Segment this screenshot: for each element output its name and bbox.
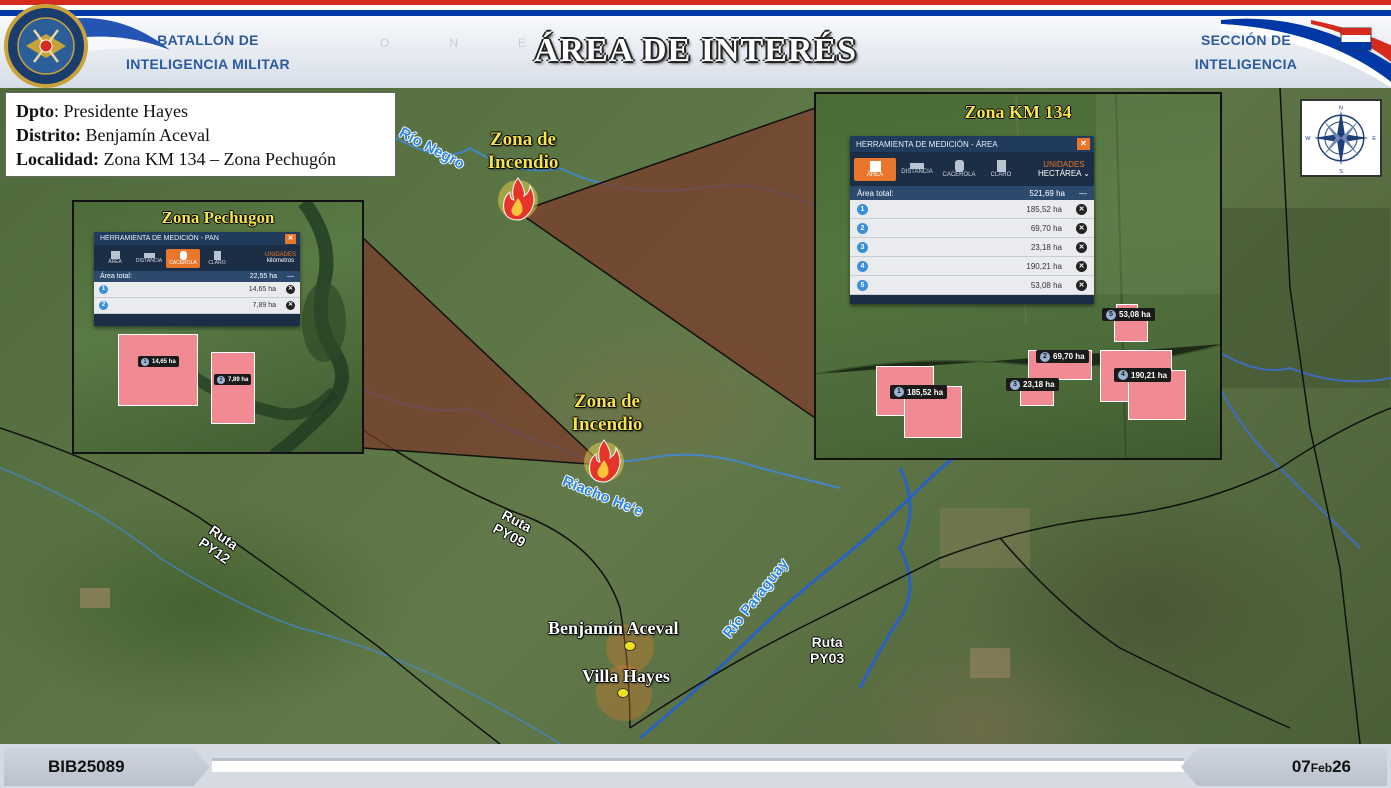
units-select[interactable]: UNIDADES kilómetros bbox=[265, 252, 296, 264]
measurement-row: 3 23,18 ha ✕ bbox=[850, 238, 1094, 257]
tool-distance-button[interactable]: DISTANCIA bbox=[896, 163, 938, 175]
burned-area-polygon[interactable] bbox=[211, 352, 255, 424]
burned-area-polygon[interactable] bbox=[118, 334, 198, 406]
inset-zona-pechugon: Zona Pechugon HERRAMIENTA DE MEDICIÓN - … bbox=[72, 200, 364, 454]
delete-icon[interactable]: ✕ bbox=[1076, 241, 1087, 253]
fire-icon[interactable] bbox=[582, 436, 626, 486]
document-date: 07Feb26 bbox=[1181, 748, 1387, 786]
fire-zone-label-1: Zona de Incendio bbox=[487, 129, 559, 173]
tool-header: HERRAMIENTA DE MEDICIÓN - ÁREA bbox=[856, 139, 998, 149]
close-button[interactable]: ✕ bbox=[1077, 138, 1090, 150]
polygon-label: 4 190,21 ha bbox=[1114, 368, 1172, 382]
tool-header: HERRAMIENTA DE MEDICIÓN - PAN bbox=[100, 235, 219, 242]
units-select[interactable]: UNIDADES HECTÁREA ⌄ bbox=[1038, 160, 1090, 178]
town-label-benjamin-aceval: Benjamín Aceval bbox=[548, 618, 679, 638]
burned-area-polygon[interactable] bbox=[1114, 320, 1148, 342]
measurement-row: 2 69,70 ha ✕ bbox=[850, 219, 1094, 238]
inset-zona-km134: Zona KM 134 HERRAMIENTA DE MEDICIÓN - ÁR… bbox=[814, 92, 1222, 460]
info-dpto: Dpto: Presidente Hayes bbox=[16, 101, 188, 121]
footer-bar: BIB25089 07Feb26 bbox=[0, 744, 1391, 788]
fire-zone-label-2: Zona de Incendio bbox=[571, 391, 643, 435]
polygon-label: 1 14,65 ha bbox=[138, 356, 179, 367]
info-localidad: Localidad: Zona KM 134 – Zona Pechugón bbox=[16, 149, 336, 169]
unit-name-right: SECCIÓN DE INTELIGENCIA bbox=[1194, 32, 1298, 72]
collapse-button[interactable]: — bbox=[1079, 189, 1087, 198]
inset-title: Zona Pechugon bbox=[161, 208, 275, 227]
polygon-label: 5 53,08 ha bbox=[1102, 308, 1155, 321]
measurement-tool-panel[interactable]: HERRAMIENTA DE MEDICIÓN - ÁREA ✕ ÁREA DI… bbox=[850, 136, 1094, 304]
satellite-map[interactable]: Dpto: Presidente Hayes Distrito: Benjamí… bbox=[0, 88, 1391, 744]
town-marker[interactable] bbox=[617, 688, 629, 698]
measurement-row: 1 14,65 ha ✕ bbox=[94, 282, 300, 298]
compass-n: N bbox=[1339, 106, 1343, 112]
compass-s: S bbox=[1339, 169, 1343, 175]
area-total-row: Área total: 521,69 ha — bbox=[850, 186, 1094, 200]
measurement-row: 4 190,21 ha ✕ bbox=[850, 257, 1094, 276]
document-code: BIB25089 bbox=[4, 748, 210, 786]
footer-divider bbox=[212, 758, 1184, 772]
tool-clear-button[interactable]: CLARO bbox=[200, 250, 234, 266]
polygon-label: 2 69,70 ha bbox=[1036, 350, 1089, 363]
route-label-py03: Ruta PY03 bbox=[810, 634, 845, 666]
tool-pan-button[interactable]: CACEROLA bbox=[938, 160, 980, 178]
fire-icon[interactable] bbox=[496, 174, 540, 224]
polygon-label: 3 23,18 ha bbox=[1006, 378, 1059, 391]
location-info-box: Dpto: Presidente Hayes Distrito: Benjamí… bbox=[5, 92, 396, 177]
tool-distance-button[interactable]: DISTANCIA bbox=[132, 252, 166, 264]
tool-pan-button[interactable]: CACEROLA bbox=[166, 248, 200, 268]
close-button[interactable]: ✕ bbox=[285, 233, 296, 244]
measurement-tool-panel[interactable]: HERRAMIENTA DE MEDICIÓN - PAN ✕ ÁREA DIS… bbox=[94, 232, 300, 326]
town-marker[interactable] bbox=[624, 641, 636, 651]
measurement-row: 2 7,89 ha ✕ bbox=[94, 298, 300, 314]
header-banner: ONENES BATALLÓN DE INTELIGENCIA MILITAR … bbox=[0, 0, 1391, 88]
info-distrito: Distrito: Benjamín Aceval bbox=[16, 125, 210, 145]
polygon-label: 2 7,89 ha bbox=[214, 374, 252, 385]
polygon-label: 1 185,52 ha bbox=[890, 385, 948, 399]
measurement-row: 5 53,08 ha ✕ bbox=[850, 276, 1094, 295]
delete-icon[interactable]: ✕ bbox=[1076, 222, 1087, 234]
collapse-button[interactable]: — bbox=[287, 273, 294, 280]
tool-area-button[interactable]: ÁREA bbox=[98, 251, 132, 265]
compass-rose-icon: N S W E bbox=[1300, 99, 1382, 177]
area-total-row: Área total: 22,55 ha — bbox=[94, 271, 300, 282]
tool-area-button[interactable]: ÁREA bbox=[854, 157, 896, 181]
delete-icon[interactable]: ✕ bbox=[1076, 260, 1087, 272]
measurement-row: 1 185,52 ha ✕ bbox=[850, 200, 1094, 219]
delete-icon[interactable]: ✕ bbox=[286, 285, 295, 294]
page-title: ÁREA DE INTERÉS bbox=[534, 32, 857, 69]
compass-w: W bbox=[1305, 136, 1311, 142]
inset-title: Zona KM 134 bbox=[964, 102, 1072, 122]
tool-clear-button[interactable]: CLARO bbox=[980, 160, 1022, 178]
compass-e: E bbox=[1372, 136, 1376, 142]
delete-icon[interactable]: ✕ bbox=[1076, 279, 1087, 291]
delete-icon[interactable]: ✕ bbox=[1076, 203, 1087, 215]
delete-icon[interactable]: ✕ bbox=[286, 301, 295, 310]
town-label-villa-hayes: Villa Hayes bbox=[582, 666, 670, 686]
